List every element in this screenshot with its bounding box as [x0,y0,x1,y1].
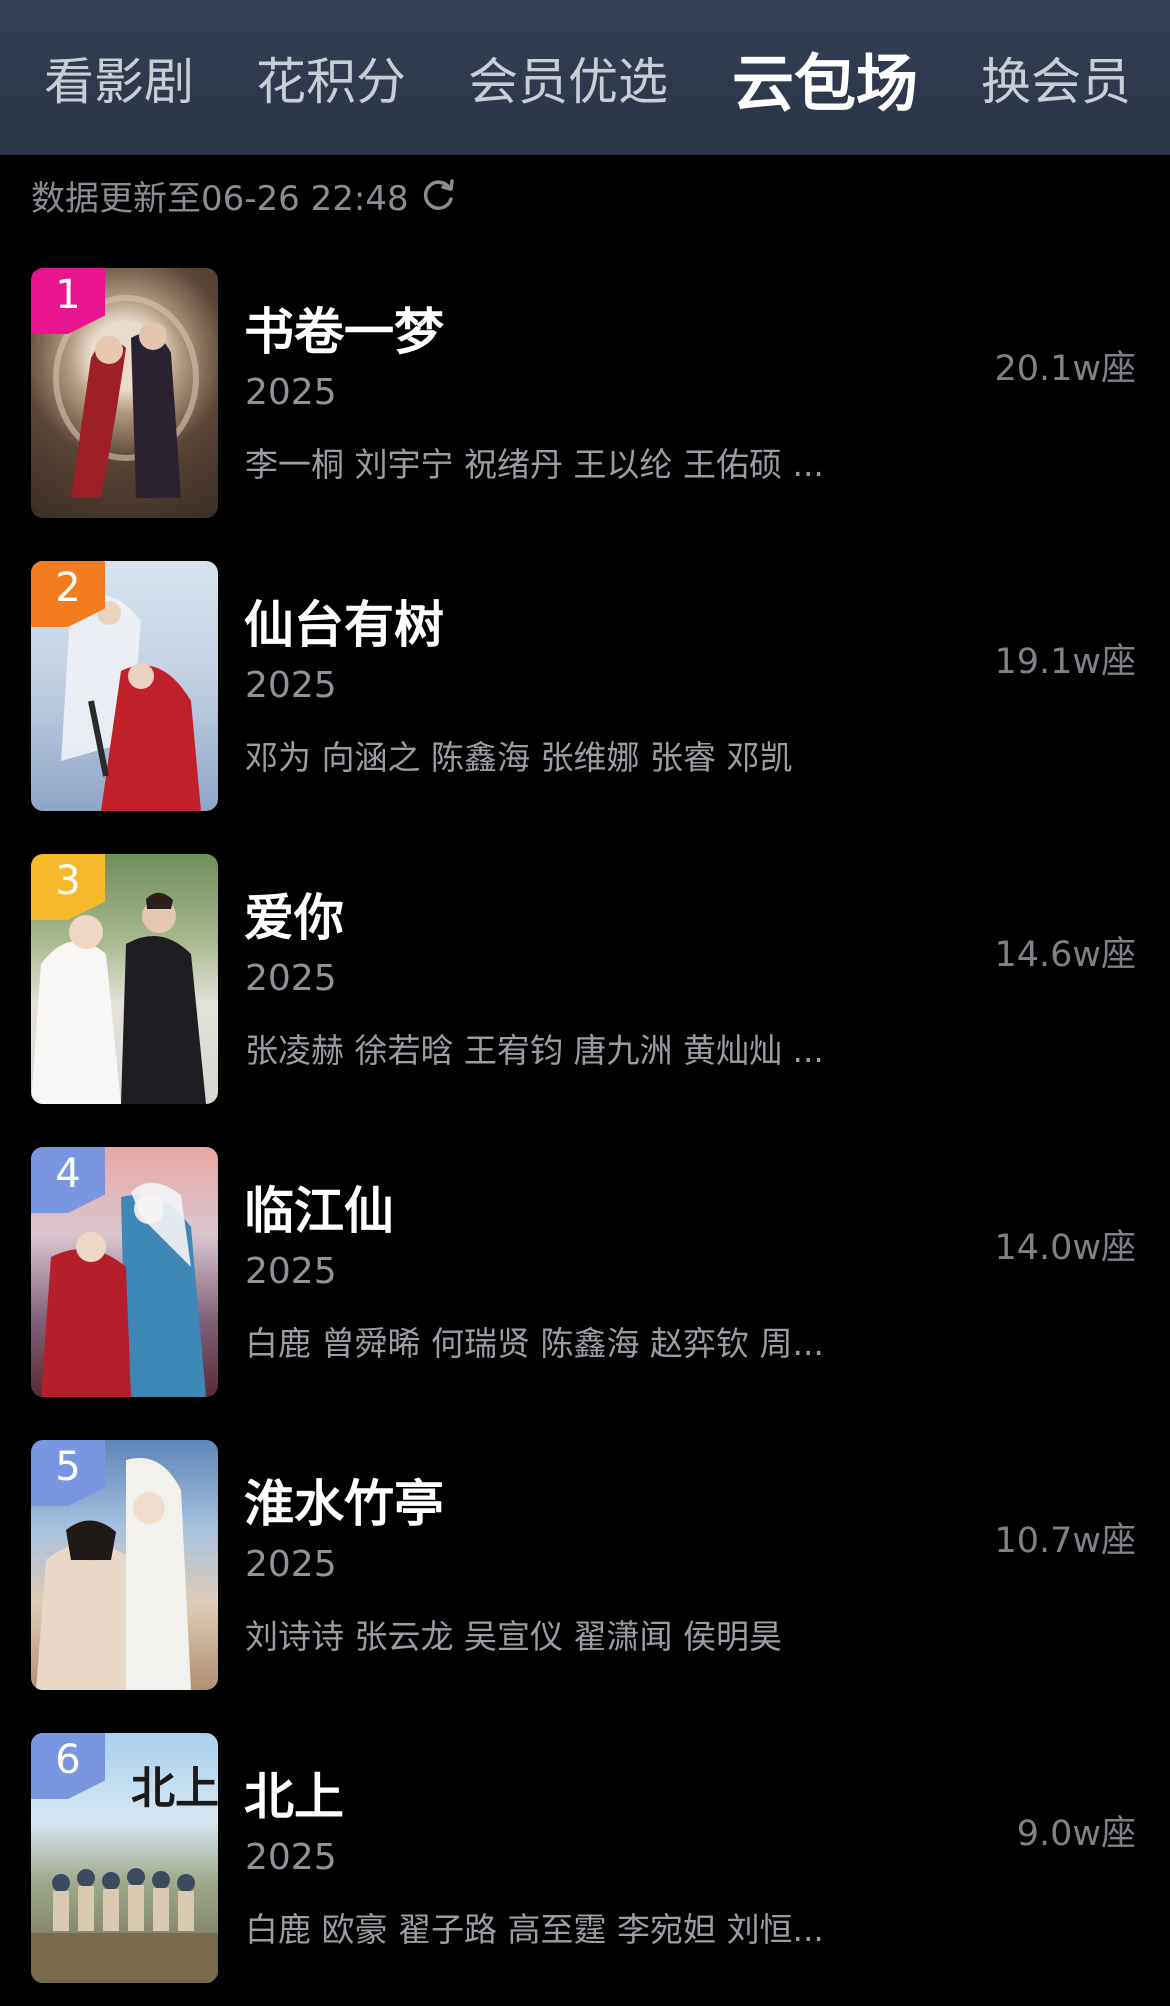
list-item[interactable]: 5 淮水竹亭 2025 刘诗诗 张云龙 吴宣仪 翟潇闻 侯明昊 10.7w座 [0,1440,1170,1690]
tab-movies[interactable]: 看影剧 [44,0,194,155]
drama-year: 2025 [245,958,337,999]
seat-count: 14.0w座 [994,1228,1136,1268]
seat-count: 9.0w座 [1016,1814,1136,1854]
tab-points[interactable]: 花积分 [256,0,406,155]
list-item[interactable]: 2 仙台有树 2025 邓为 向涵之 陈鑫海 张维娜 张睿 邓凯 19.1w座 [0,561,1170,811]
svg-text:北上: 北上 [131,1763,218,1814]
drama-cast: 李一桐 刘宇宁 祝绪丹 王以纶 王佑硕 ... [245,445,824,484]
drama-year: 2025 [245,1544,337,1585]
drama-cast: 白鹿 曾舜晞 何瑞贤 陈鑫海 赵弈钦 周... [245,1324,824,1363]
poster-image: 5 [31,1440,218,1690]
refresh-icon[interactable] [421,177,457,213]
tab-cloud-screening[interactable]: 云包场 [732,0,918,155]
drama-cast: 邓为 向涵之 陈鑫海 张维娜 张睿 邓凯 [245,738,793,777]
drama-title: 北上 [244,1768,344,1826]
seat-count: 10.7w座 [994,1521,1136,1561]
drama-cast: 刘诗诗 张云龙 吴宣仪 翟潇闻 侯明昊 [245,1617,782,1656]
update-status: 数据更新至06-26 22:48 [0,155,1170,235]
drama-cast: 白鹿 欧豪 翟子路 高至霆 李宛妲 刘恒... [245,1910,824,1949]
tab-member-picks[interactable]: 会员优选 [468,0,668,155]
drama-title: 爱你 [244,889,344,947]
drama-cast: 张凌赫 徐若晗 王宥钧 唐九洲 黄灿灿 ... [245,1031,824,1070]
seat-count: 20.1w座 [994,349,1136,389]
drama-title: 书卷一梦 [244,303,444,361]
tab-switch-member[interactable]: 换会员 [981,0,1131,155]
drama-year: 2025 [245,665,337,706]
drama-year: 2025 [245,1837,337,1878]
list-item[interactable]: 4 临江仙 2025 白鹿 曾舜晞 何瑞贤 陈鑫海 赵弈钦 周... 14.0w… [0,1147,1170,1397]
drama-title: 临江仙 [244,1182,394,1240]
drama-year: 2025 [245,1251,337,1292]
poster-image: 北上 6 [31,1733,218,1983]
list-item[interactable]: 1 书卷一梦 2025 李一桐 刘宇宁 祝绪丹 王以纶 王佑硕 ... 20.1… [0,268,1170,518]
poster-image: 3 [31,854,218,1104]
list-item[interactable]: 3 爱你 2025 张凌赫 徐若晗 王宥钧 唐九洲 黄灿灿 ... 14.6w座 [0,854,1170,1104]
seat-count: 14.6w座 [994,935,1136,975]
top-tab-bar: 看影剧 花积分 会员优选 云包场 换会员 [0,0,1170,155]
update-time-text: 数据更新至06-26 22:48 [31,178,409,219]
poster-image: 2 [31,561,218,811]
seat-count: 19.1w座 [994,642,1136,682]
drama-title: 淮水竹亭 [244,1475,444,1533]
list-item[interactable]: 北上 6 北上 2025 白鹿 欧豪 翟子路 高至霆 李宛妲 刘恒... 9.0… [0,1733,1170,1983]
poster-image: 1 [31,268,218,518]
poster-image: 4 [31,1147,218,1397]
drama-year: 2025 [245,372,337,413]
drama-title: 仙台有树 [244,596,444,654]
